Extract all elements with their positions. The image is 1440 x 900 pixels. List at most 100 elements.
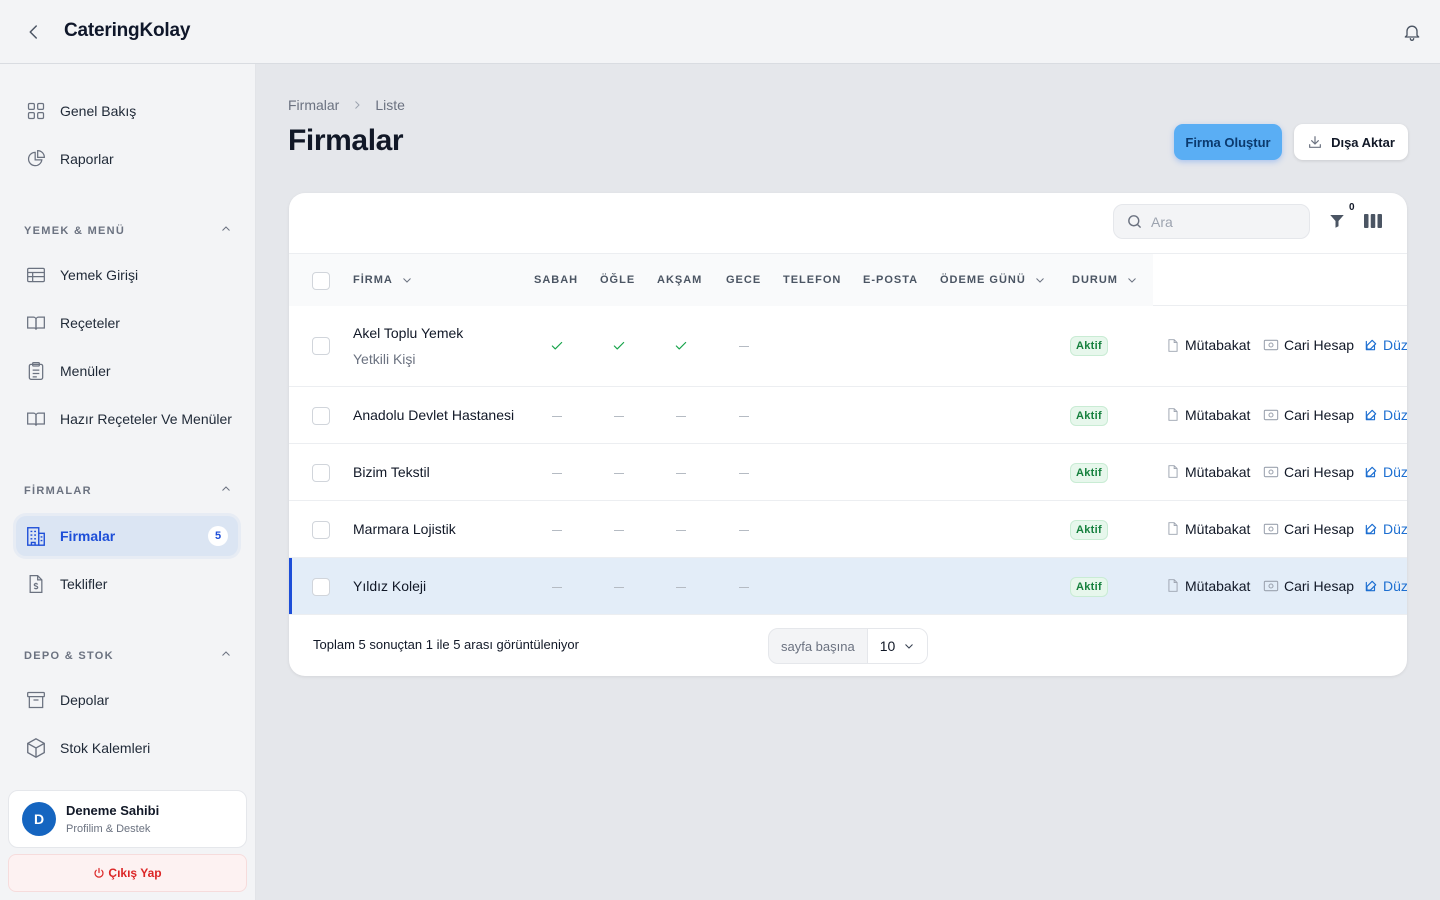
dash-icon bbox=[614, 586, 624, 588]
row-checkbox[interactable] bbox=[312, 463, 330, 482]
edit-link[interactable]: Düz bbox=[1364, 464, 1407, 480]
section-yemek-menu[interactable]: YEMEK & MENÜ bbox=[24, 223, 232, 238]
user-subtitle: Profilim & Destek bbox=[66, 823, 151, 835]
cash-icon bbox=[1263, 465, 1279, 479]
dash-icon bbox=[676, 586, 686, 588]
row-checkbox[interactable] bbox=[312, 406, 330, 425]
sidebar-item-genel-bakis[interactable]: Genel Bakış bbox=[16, 91, 238, 131]
edit-link[interactable]: Düz bbox=[1364, 337, 1407, 353]
table-row[interactable]: Yıldız Koleji Aktif Mütabakat Cari Hesap Düz bbox=[289, 558, 1407, 615]
dash-icon bbox=[552, 415, 562, 417]
column-header-odeme-gunu[interactable]: ÖDEME GÜNÜ bbox=[940, 254, 1046, 306]
reconciliation-link[interactable]: Mütabakat bbox=[1166, 464, 1250, 480]
current-account-link[interactable]: Cari Hesap bbox=[1263, 521, 1354, 537]
row-checkbox[interactable] bbox=[312, 337, 330, 355]
company-name[interactable]: Marmara Lojistik bbox=[353, 521, 456, 537]
per-page-select[interactable]: 10 bbox=[867, 629, 927, 663]
breadcrumb: Firmalar Liste bbox=[288, 97, 405, 113]
app-title: CateringKolay bbox=[64, 20, 191, 41]
reconciliation-link[interactable]: Mütabakat bbox=[1166, 521, 1250, 537]
section-firmalar[interactable]: FİRMALAR bbox=[24, 483, 232, 498]
document-icon bbox=[1166, 464, 1180, 479]
filter-count: 0 bbox=[1349, 202, 1355, 213]
current-account-link[interactable]: Cari Hesap bbox=[1263, 407, 1354, 423]
dash-icon bbox=[739, 346, 749, 347]
sidebar-item-hazir-receteler[interactable]: Hazır Reçeteler Ve Menüler bbox=[16, 399, 238, 439]
table-header: FİRMA SABAH ÖĞLE AKŞAM GECE TELEFON E-PO… bbox=[289, 253, 1407, 306]
sidebar-item-label: Yemek Girişi bbox=[60, 267, 139, 283]
column-header-sabah: SABAH bbox=[534, 274, 579, 286]
archive-icon bbox=[24, 688, 48, 712]
section-depo-stok[interactable]: DEPO & STOK bbox=[24, 648, 232, 663]
user-name: Deneme Sahibi bbox=[66, 803, 160, 818]
sidebar-item-firmalar[interactable]: Firmalar 5 bbox=[16, 516, 238, 556]
company-name[interactable]: Anadolu Devlet Hastanesi bbox=[353, 407, 514, 423]
breadcrumb-item[interactable]: Firmalar bbox=[288, 97, 339, 113]
back-arrow-icon[interactable] bbox=[22, 20, 46, 44]
chevron-down-icon bbox=[1126, 274, 1138, 286]
edit-link[interactable]: Düz bbox=[1364, 578, 1407, 594]
search-input[interactable] bbox=[1151, 213, 1301, 230]
dash-icon bbox=[552, 472, 562, 474]
sidebar-item-teklifler[interactable]: Teklifler bbox=[16, 564, 238, 604]
table-row[interactable]: Marmara Lojistik Aktif Mütabakat Cari Hesap… bbox=[289, 501, 1407, 558]
dash-icon bbox=[552, 586, 562, 588]
user-profile[interactable]: D Deneme Sahibi Profilim & Destek bbox=[8, 790, 247, 848]
sidebar-item-depolar[interactable]: Depolar bbox=[16, 680, 238, 720]
sidebar-item-label: Firmalar bbox=[60, 528, 116, 544]
chevron-down-icon bbox=[401, 274, 413, 286]
check-icon bbox=[674, 339, 688, 353]
row-checkbox[interactable] bbox=[312, 577, 330, 596]
reconciliation-link[interactable]: Mütabakat bbox=[1166, 407, 1250, 423]
download-icon bbox=[1307, 134, 1323, 150]
table-row[interactable]: Bizim Tekstil Aktif Mütabakat Cari Hesap Düz bbox=[289, 444, 1407, 501]
row-checkbox[interactable] bbox=[312, 520, 330, 539]
sidebar-item-menuler[interactable]: Menüler bbox=[16, 351, 238, 391]
select-all-checkbox[interactable] bbox=[312, 272, 330, 290]
column-header-firma[interactable]: FİRMA bbox=[353, 254, 413, 306]
companies-table-card: 0 FİRMA SABAH ÖĞLE AKŞAM GECE TELEFON E-… bbox=[289, 193, 1407, 676]
edit-link[interactable]: Düz bbox=[1364, 407, 1407, 423]
sidebar-item-raporlar[interactable]: Raporlar bbox=[16, 139, 238, 179]
dash-icon bbox=[739, 529, 749, 531]
logout-button[interactable]: Çıkış Yap bbox=[8, 854, 247, 892]
edit-link[interactable]: Düz bbox=[1364, 521, 1407, 537]
column-header-durum[interactable]: DURUM bbox=[1072, 254, 1138, 306]
company-name[interactable]: Bizim Tekstil bbox=[353, 464, 430, 480]
chevron-up-icon bbox=[220, 648, 232, 663]
company-name[interactable]: Akel Toplu Yemek bbox=[353, 325, 463, 341]
check-icon bbox=[612, 339, 626, 353]
dash-icon bbox=[614, 415, 624, 417]
sidebar-item-yemek-girisi[interactable]: Yemek Girişi bbox=[16, 255, 238, 295]
sidebar-item-label: Genel Bakış bbox=[60, 103, 137, 119]
columns-icon[interactable] bbox=[1362, 210, 1384, 232]
sidebar-item-stok-kalemleri[interactable]: Stok Kalemleri bbox=[16, 728, 238, 768]
document-icon bbox=[1166, 521, 1180, 536]
filter-icon[interactable] bbox=[1326, 210, 1348, 232]
bell-icon[interactable] bbox=[1400, 20, 1424, 44]
avatar: D bbox=[22, 802, 56, 836]
current-account-link[interactable]: Cari Hesap bbox=[1263, 337, 1354, 353]
sidebar-item-label: Reçeteler bbox=[60, 315, 120, 331]
book-icon bbox=[24, 407, 48, 431]
reconciliation-link[interactable]: Mütabakat bbox=[1166, 337, 1250, 353]
table-row[interactable]: Anadolu Devlet Hastanesi Aktif Mütabakat Ca… bbox=[289, 387, 1407, 444]
per-page-control: sayfa başına 10 bbox=[768, 628, 928, 664]
cube-icon bbox=[24, 736, 48, 760]
export-button[interactable]: Dışa Aktar bbox=[1294, 124, 1408, 160]
create-company-button[interactable]: Firma Oluştur bbox=[1174, 124, 1282, 160]
status-badge: Aktif bbox=[1070, 576, 1108, 597]
dash-icon bbox=[739, 586, 749, 588]
sidebar-item-label: Teklifler bbox=[60, 576, 108, 592]
current-account-link[interactable]: Cari Hesap bbox=[1263, 578, 1354, 594]
sidebar-item-receteler[interactable]: Reçeteler bbox=[16, 303, 238, 343]
dash-icon bbox=[614, 529, 624, 531]
company-name[interactable]: Yıldız Koleji bbox=[353, 578, 426, 594]
current-account-link[interactable]: Cari Hesap bbox=[1263, 464, 1354, 480]
table-row[interactable]: Akel Toplu Yemek Yetkili Kişi Aktif Mütabak… bbox=[289, 306, 1407, 387]
edit-icon bbox=[1364, 408, 1378, 422]
grid-icon bbox=[24, 99, 48, 123]
chevron-down-icon bbox=[1034, 274, 1046, 286]
document-dollar-icon bbox=[24, 572, 48, 596]
reconciliation-link[interactable]: Mütabakat bbox=[1166, 578, 1250, 594]
